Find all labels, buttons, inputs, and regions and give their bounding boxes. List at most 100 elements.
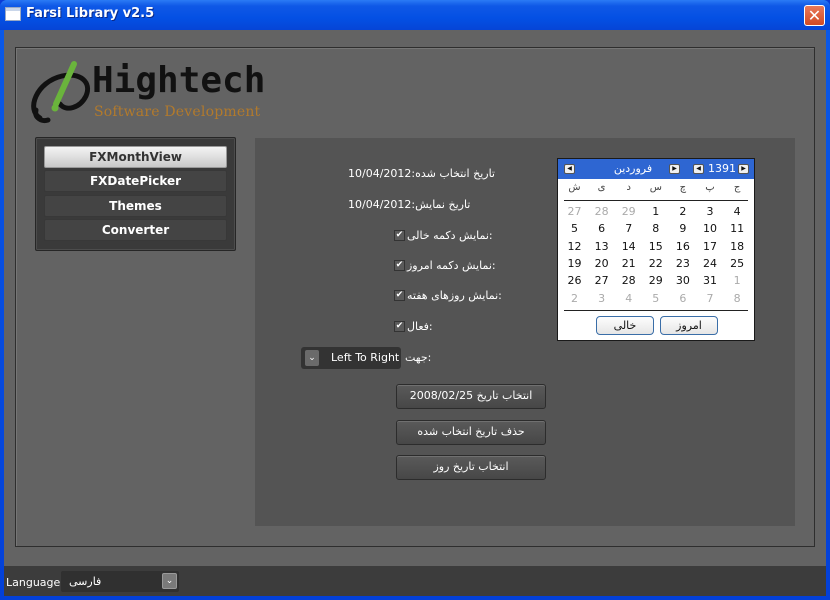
arrow-left-icon: ◀ [567,165,572,172]
calendar-day[interactable]: 27 [589,272,614,289]
prev-month-button[interactable]: ◀ [564,164,575,174]
chevron-down-icon[interactable]: ⌄ [162,573,177,589]
calendar-day[interactable]: 13 [589,238,614,255]
logo: Hightech Software Development [28,60,278,125]
weekday-label: چ [679,182,687,193]
calendar-day[interactable]: 27 [562,203,587,220]
calendar-day[interactable]: 19 [562,255,587,272]
calendar-day[interactable]: 29 [616,203,641,220]
calendar-day[interactable]: 26 [562,272,587,289]
weekday-label: ج [733,182,741,193]
calendar-month[interactable]: فروردین [598,162,668,175]
language-label: Language: [6,576,64,589]
calendar-day[interactable]: 25 [725,255,750,272]
status-bar: Language: فارسی ⌄ [4,566,826,596]
calendar-divider [564,310,748,311]
calendar-day[interactable]: 18 [725,238,750,255]
language-select[interactable]: فارسی ⌄ [61,571,179,592]
calendar-day[interactable]: 24 [698,255,723,272]
month-view-calendar: ◀ فروردین ▶ ◀ 1391 ▶ شیدسچپج 27 28 29 1 2 3 4 5… [557,158,755,341]
direction-select[interactable]: ⌄ Left To Right [301,347,401,369]
nav-item-themes[interactable]: Themes [44,195,227,217]
show-weekdays-checkbox[interactable] [394,290,405,301]
calendar-day[interactable]: 30 [670,272,695,289]
calendar-day[interactable]: 3 [698,203,723,220]
nav-item-converter[interactable]: Converter [44,219,227,241]
window-icon [5,7,21,21]
today-button[interactable]: امروز [660,316,718,335]
calendar-day[interactable]: 9 [670,220,695,237]
calendar-day[interactable]: 8 [643,220,668,237]
enabled-label: فعال: [407,320,433,333]
nav-item-fxdatepicker[interactable]: FXDatePicker [44,170,227,192]
calendar-day[interactable]: 10 [698,220,723,237]
show-weekdays-label: نمایش روزهای هفته: [407,289,502,302]
calendar-day[interactable]: 17 [698,238,723,255]
calendar-day[interactable]: 31 [698,272,723,289]
calendar-day[interactable]: 4 [616,290,641,307]
weekday-label: س [649,182,662,193]
calendar-year[interactable]: 1391 [708,162,736,175]
enabled-checkbox[interactable] [394,321,405,332]
app-window: Farsi Library v2.5 ✕ Hightech Software D… [0,0,830,600]
show-today-button-checkbox[interactable] [394,260,405,271]
show-empty-button-checkbox[interactable] [394,230,405,241]
weekday-label: ی [597,182,606,193]
arrow-right-icon: ▶ [741,165,746,172]
calendar-day[interactable]: 15 [643,238,668,255]
close-button[interactable]: ✕ [804,5,825,26]
clear-selected-date-button[interactable]: حذف تاریخ انتخاب شده [396,420,546,445]
calendar-day[interactable]: 1 [643,203,668,220]
next-month-button[interactable]: ▶ [669,164,680,174]
calendar-divider [564,200,748,201]
prev-year-button[interactable]: ◀ [693,164,704,174]
calendar-day[interactable]: 6 [589,220,614,237]
arrow-right-icon: ▶ [672,165,677,172]
calendar-day[interactable]: 5 [562,220,587,237]
title-bar[interactable]: Farsi Library v2.5 ✕ [0,0,830,30]
calendar-day[interactable]: 4 [725,203,750,220]
next-year-button[interactable]: ▶ [738,164,749,174]
select-date-button[interactable]: 2008/02/25 انتخاب تاریخ [396,384,546,409]
calendar-day[interactable]: 12 [562,238,587,255]
calendar-day[interactable]: 14 [616,238,641,255]
calendar-day[interactable]: 5 [643,290,668,307]
calendar-header: ◀ فروردین ▶ ◀ 1391 ▶ [558,159,754,179]
calendar-day[interactable]: 2 [670,203,695,220]
calendar-day[interactable]: 1 [725,272,750,289]
calendar-day[interactable]: 3 [589,290,614,307]
calendar-day[interactable]: 28 [589,203,614,220]
select-today-button[interactable]: انتخاب تاریخ روز [396,455,546,480]
calendar-day[interactable]: 11 [725,220,750,237]
weekday-label: پ [705,182,715,193]
calendar-day[interactable]: 28 [616,272,641,289]
calendar-day[interactable]: 23 [670,255,695,272]
calendar-day[interactable]: 16 [670,238,695,255]
nav-item-fxmonthview[interactable]: FXMonthView [44,146,227,168]
close-icon: ✕ [807,6,822,25]
window-title: Farsi Library v2.5 [26,6,155,21]
calendar-day[interactable]: 20 [589,255,614,272]
calendar-day[interactable]: 7 [616,220,641,237]
direction-label: جهت: [405,351,432,364]
calendar-day[interactable]: 22 [643,255,668,272]
logo-text: Hightech [92,60,266,101]
client-area: Hightech Software Development FXMonthVie… [4,30,826,596]
calendar-day[interactable]: 29 [643,272,668,289]
show-today-button-label: نمایش دکمه امروز: [407,259,496,272]
calendar-day[interactable]: 2 [562,290,587,307]
calendar-day[interactable]: 21 [616,255,641,272]
calendar-day[interactable]: 8 [725,290,750,307]
weekday-label: د [626,182,631,193]
arrow-left-icon: ◀ [696,165,701,172]
calendar-day[interactable]: 6 [670,290,695,307]
weekday-label: ش [568,182,581,193]
chevron-down-icon[interactable]: ⌄ [305,350,319,366]
empty-button[interactable]: خالی [596,316,654,335]
selected-date-label: 10/04/2012:تاریخ انتخاب شده [348,167,495,180]
nav-panel: FXMonthView FXDatePicker Themes Converte… [35,137,236,251]
logo-mark-icon [31,61,90,123]
language-value: فارسی [69,575,102,588]
calendar-day[interactable]: 7 [698,290,723,307]
direction-value: Left To Right [331,351,400,364]
